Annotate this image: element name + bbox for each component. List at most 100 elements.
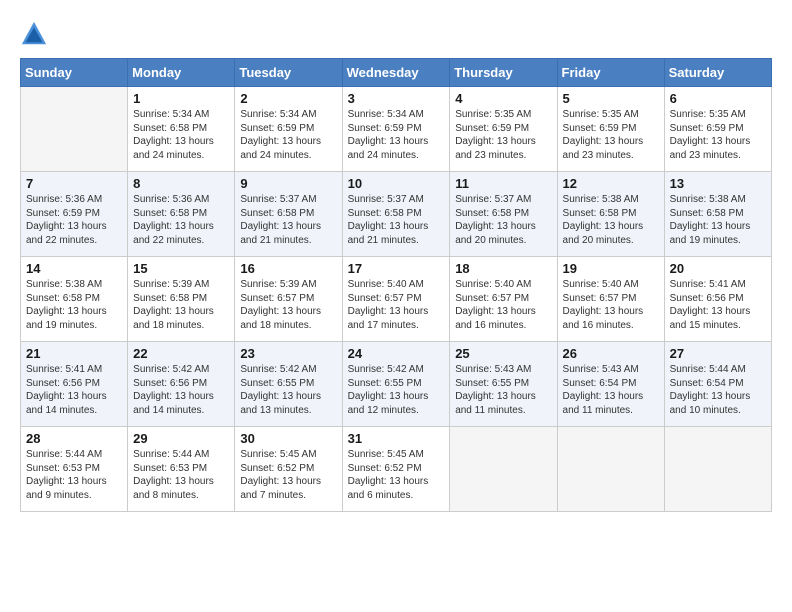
day-info: Sunrise: 5:44 AM Sunset: 6:53 PM Dayligh… xyxy=(133,448,229,502)
calendar-cell: 15 Sunrise: 5:39 AM Sunset: 6:58 PM Dayli… xyxy=(128,257,235,342)
day-number: 22 xyxy=(133,346,229,361)
day-info: Sunrise: 5:40 AM Sunset: 6:57 PM Dayligh… xyxy=(563,278,659,332)
calendar-cell: 16 Sunrise: 5:39 AM Sunset: 6:57 PM Dayli… xyxy=(235,257,342,342)
calendar-cell: 18 Sunrise: 5:40 AM Sunset: 6:57 PM Dayli… xyxy=(450,257,557,342)
day-info: Sunrise: 5:42 AM Sunset: 6:56 PM Dayligh… xyxy=(133,363,229,417)
calendar-cell: 3 Sunrise: 5:34 AM Sunset: 6:59 PM Daylig… xyxy=(342,87,450,172)
logo xyxy=(20,20,50,48)
calendar-cell: 29 Sunrise: 5:44 AM Sunset: 6:53 PM Dayli… xyxy=(128,427,235,512)
calendar-cell: 30 Sunrise: 5:45 AM Sunset: 6:52 PM Dayli… xyxy=(235,427,342,512)
calendar-cell: 6 Sunrise: 5:35 AM Sunset: 6:59 PM Daylig… xyxy=(664,87,771,172)
day-number: 3 xyxy=(348,91,445,106)
day-info: Sunrise: 5:35 AM Sunset: 6:59 PM Dayligh… xyxy=(455,108,551,162)
calendar-cell: 28 Sunrise: 5:44 AM Sunset: 6:53 PM Dayli… xyxy=(21,427,128,512)
day-info: Sunrise: 5:36 AM Sunset: 6:58 PM Dayligh… xyxy=(133,193,229,247)
calendar-cell: 11Sunrise: 5:37 AM Sunset: 6:58 PM Dayli… xyxy=(450,172,557,257)
day-info: Sunrise: 5:37 AM Sunset: 6:58 PM Dayligh… xyxy=(240,193,336,247)
day-number: 14 xyxy=(26,261,122,276)
day-number: 25 xyxy=(455,346,551,361)
calendar-week-row: 14 Sunrise: 5:38 AM Sunset: 6:58 PM Dayli… xyxy=(21,257,772,342)
calendar-cell: 7 Sunrise: 5:36 AM Sunset: 6:59 PM Daylig… xyxy=(21,172,128,257)
day-number: 9 xyxy=(240,176,336,191)
day-info: Sunrise: 5:35 AM Sunset: 6:59 PM Dayligh… xyxy=(670,108,766,162)
calendar-cell: 13 Sunrise: 5:38 AM Sunset: 6:58 PM Dayli… xyxy=(664,172,771,257)
day-number: 15 xyxy=(133,261,229,276)
day-number: 13 xyxy=(670,176,766,191)
day-info: Sunrise: 5:37 AM Sunset: 6:58 PM Dayligh… xyxy=(348,193,445,247)
calendar-cell: 12Sunrise: 5:38 AM Sunset: 6:58 PM Dayli… xyxy=(557,172,664,257)
calendar-week-row: 28 Sunrise: 5:44 AM Sunset: 6:53 PM Dayli… xyxy=(21,427,772,512)
calendar-day-header: Thursday xyxy=(450,59,557,87)
calendar-cell xyxy=(21,87,128,172)
day-info: Sunrise: 5:45 AM Sunset: 6:52 PM Dayligh… xyxy=(240,448,336,502)
day-info: Sunrise: 5:44 AM Sunset: 6:53 PM Dayligh… xyxy=(26,448,122,502)
day-info: Sunrise: 5:37 AM Sunset: 6:58 PM Dayligh… xyxy=(455,193,551,247)
day-number: 6 xyxy=(670,91,766,106)
calendar-week-row: 21 Sunrise: 5:41 AM Sunset: 6:56 PM Dayli… xyxy=(21,342,772,427)
calendar-day-header: Wednesday xyxy=(342,59,450,87)
calendar-cell xyxy=(450,427,557,512)
calendar-cell xyxy=(557,427,664,512)
day-number: 8 xyxy=(133,176,229,191)
calendar-cell: 14 Sunrise: 5:38 AM Sunset: 6:58 PM Dayli… xyxy=(21,257,128,342)
calendar-cell: 20Sunrise: 5:41 AM Sunset: 6:56 PM Dayli… xyxy=(664,257,771,342)
day-number: 19 xyxy=(563,261,659,276)
day-number: 24 xyxy=(348,346,445,361)
day-number: 2 xyxy=(240,91,336,106)
calendar-header-row: SundayMondayTuesdayWednesdayThursdayFrid… xyxy=(21,59,772,87)
day-info: Sunrise: 5:34 AM Sunset: 6:58 PM Dayligh… xyxy=(133,108,229,162)
calendar-cell xyxy=(664,427,771,512)
day-info: Sunrise: 5:38 AM Sunset: 6:58 PM Dayligh… xyxy=(670,193,766,247)
day-info: Sunrise: 5:34 AM Sunset: 6:59 PM Dayligh… xyxy=(348,108,445,162)
page-header xyxy=(20,20,772,48)
calendar-day-header: Friday xyxy=(557,59,664,87)
day-number: 1 xyxy=(133,91,229,106)
day-number: 26 xyxy=(563,346,659,361)
calendar-cell: 22 Sunrise: 5:42 AM Sunset: 6:56 PM Dayli… xyxy=(128,342,235,427)
day-number: 16 xyxy=(240,261,336,276)
calendar-day-header: Tuesday xyxy=(235,59,342,87)
day-info: Sunrise: 5:36 AM Sunset: 6:59 PM Dayligh… xyxy=(26,193,122,247)
day-number: 30 xyxy=(240,431,336,446)
day-info: Sunrise: 5:40 AM Sunset: 6:57 PM Dayligh… xyxy=(455,278,551,332)
day-number: 21 xyxy=(26,346,122,361)
day-number: 27 xyxy=(670,346,766,361)
day-number: 5 xyxy=(563,91,659,106)
calendar-cell: 2 Sunrise: 5:34 AM Sunset: 6:59 PM Daylig… xyxy=(235,87,342,172)
logo-icon xyxy=(20,20,48,48)
calendar-cell: 19 Sunrise: 5:40 AM Sunset: 6:57 PM Dayli… xyxy=(557,257,664,342)
day-number: 23 xyxy=(240,346,336,361)
calendar-cell: 4 Sunrise: 5:35 AM Sunset: 6:59 PM Daylig… xyxy=(450,87,557,172)
day-info: Sunrise: 5:39 AM Sunset: 6:58 PM Dayligh… xyxy=(133,278,229,332)
calendar-cell: 26 Sunrise: 5:43 AM Sunset: 6:54 PM Dayli… xyxy=(557,342,664,427)
calendar-table: SundayMondayTuesdayWednesdayThursdayFrid… xyxy=(20,58,772,512)
calendar-cell: 27Sunrise: 5:44 AM Sunset: 6:54 PM Dayli… xyxy=(664,342,771,427)
calendar-cell: 31Sunrise: 5:45 AM Sunset: 6:52 PM Dayli… xyxy=(342,427,450,512)
day-number: 7 xyxy=(26,176,122,191)
day-info: Sunrise: 5:34 AM Sunset: 6:59 PM Dayligh… xyxy=(240,108,336,162)
day-info: Sunrise: 5:42 AM Sunset: 6:55 PM Dayligh… xyxy=(348,363,445,417)
day-number: 28 xyxy=(26,431,122,446)
calendar-cell: 8 Sunrise: 5:36 AM Sunset: 6:58 PM Daylig… xyxy=(128,172,235,257)
calendar-day-header: Sunday xyxy=(21,59,128,87)
calendar-day-header: Saturday xyxy=(664,59,771,87)
calendar-cell: 5Sunrise: 5:35 AM Sunset: 6:59 PM Daylig… xyxy=(557,87,664,172)
day-number: 18 xyxy=(455,261,551,276)
calendar-cell: 25Sunrise: 5:43 AM Sunset: 6:55 PM Dayli… xyxy=(450,342,557,427)
calendar-cell: 17Sunrise: 5:40 AM Sunset: 6:57 PM Dayli… xyxy=(342,257,450,342)
calendar-week-row: 7 Sunrise: 5:36 AM Sunset: 6:59 PM Daylig… xyxy=(21,172,772,257)
day-number: 31 xyxy=(348,431,445,446)
day-info: Sunrise: 5:39 AM Sunset: 6:57 PM Dayligh… xyxy=(240,278,336,332)
calendar-cell: 21 Sunrise: 5:41 AM Sunset: 6:56 PM Dayli… xyxy=(21,342,128,427)
calendar-cell: 1 Sunrise: 5:34 AM Sunset: 6:58 PM Daylig… xyxy=(128,87,235,172)
day-number: 29 xyxy=(133,431,229,446)
calendar-cell: 9 Sunrise: 5:37 AM Sunset: 6:58 PM Daylig… xyxy=(235,172,342,257)
day-info: Sunrise: 5:41 AM Sunset: 6:56 PM Dayligh… xyxy=(26,363,122,417)
day-info: Sunrise: 5:43 AM Sunset: 6:54 PM Dayligh… xyxy=(563,363,659,417)
day-number: 10 xyxy=(348,176,445,191)
calendar-cell: 23Sunrise: 5:42 AM Sunset: 6:55 PM Dayli… xyxy=(235,342,342,427)
day-info: Sunrise: 5:38 AM Sunset: 6:58 PM Dayligh… xyxy=(26,278,122,332)
day-number: 4 xyxy=(455,91,551,106)
day-info: Sunrise: 5:41 AM Sunset: 6:56 PM Dayligh… xyxy=(670,278,766,332)
calendar-cell: 24 Sunrise: 5:42 AM Sunset: 6:55 PM Dayli… xyxy=(342,342,450,427)
